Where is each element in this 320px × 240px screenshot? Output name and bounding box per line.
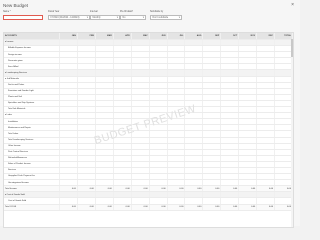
amount-cell: 0.00 bbox=[59, 204, 78, 211]
interval-label: Interval bbox=[90, 11, 98, 13]
amount-cell: 0.00 bbox=[238, 204, 258, 211]
name-label: Name * bbox=[3, 11, 11, 13]
dialog-title: New Budget bbox=[3, 3, 29, 8]
prefill-field-group: Pre-fill data? No ▾ bbox=[120, 11, 146, 20]
account-name-cell: Total COGS bbox=[4, 204, 60, 211]
subdivide-label: Subdivide by bbox=[150, 11, 164, 13]
amount-cell: 0.00 bbox=[149, 204, 168, 211]
amount-cell: 0.00 bbox=[220, 204, 240, 211]
table-row: Total COGS 0.00 0.00 0.00 0.00 0.00 0.00 0.00 0.… bbox=[4, 204, 293, 211]
interval-select[interactable]: Monthly ▾ bbox=[90, 15, 120, 20]
fiscal-year-label: Fiscal Year bbox=[48, 11, 60, 13]
chevron-down-icon: ▾ bbox=[142, 16, 144, 19]
amount-cell: 0.00 bbox=[167, 204, 186, 211]
subdivide-field-group: Subdivide by Don't subdivide ▾ bbox=[150, 11, 182, 20]
chevron-down-icon: ▾ bbox=[178, 16, 180, 19]
subdivide-select[interactable]: Don't subdivide ▾ bbox=[150, 15, 182, 20]
chevron-down-icon: ▾ bbox=[86, 16, 88, 19]
interval-value: Monthly bbox=[92, 17, 101, 19]
budget-settings-form: Name * Fiscal Year FY2024 (01/2024 - 12/… bbox=[3, 11, 253, 25]
prefill-select[interactable]: No ▾ bbox=[120, 15, 146, 20]
budget-preview-grid: ACCOUNTS JAN FEB MAR APR MAY JUN JUL AUG SEP OCT NO… bbox=[3, 32, 294, 228]
amount-cell: 0.00 bbox=[256, 204, 276, 211]
fiscal-year-field-group: Fiscal Year FY2024 (01/2024 - 12/2024) ▾ bbox=[48, 11, 90, 20]
amount-cell: 0.00 bbox=[202, 204, 222, 211]
amount-cell: 0.00 bbox=[77, 204, 96, 211]
fiscal-year-select[interactable]: FY2024 (01/2024 - 12/2024) ▾ bbox=[48, 15, 90, 20]
prefill-value: No bbox=[122, 17, 126, 19]
interval-field-group: Interval Monthly ▾ bbox=[90, 11, 120, 20]
name-field-group: Name * bbox=[3, 11, 43, 20]
amount-cell: 0.00 bbox=[184, 204, 204, 211]
amount-cell: 0.00 bbox=[95, 204, 114, 211]
fiscal-year-value: FY2024 (01/2024 - 12/2024) bbox=[50, 17, 80, 19]
subdivide-value: Don't subdivide bbox=[152, 17, 169, 19]
prefill-label: Pre-fill data? bbox=[120, 11, 133, 13]
scrollbar-thumb[interactable] bbox=[290, 39, 293, 57]
new-budget-dialog: New Budget × Name * Fiscal Year FY2024 (… bbox=[0, 0, 300, 228]
amount-cell: 0.00 bbox=[131, 204, 150, 211]
amount-cell: 0.00 bbox=[113, 204, 132, 211]
vertical-scrollbar[interactable] bbox=[290, 39, 293, 227]
name-input[interactable] bbox=[3, 15, 43, 20]
chevron-down-icon: ▾ bbox=[116, 16, 118, 19]
close-icon[interactable]: × bbox=[291, 3, 294, 8]
